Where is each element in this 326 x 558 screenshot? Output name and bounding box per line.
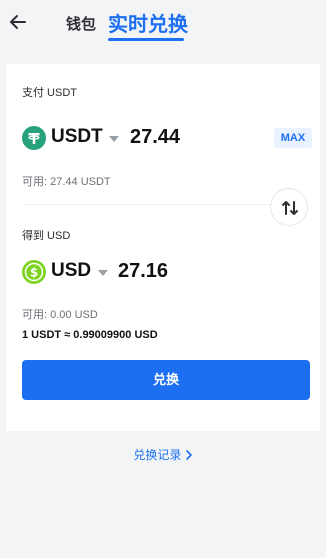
swap-direction-button[interactable] [270, 188, 308, 226]
tab-wallet[interactable]: 钱包 [66, 13, 96, 34]
dollar-coin-icon: $ [22, 260, 46, 284]
tether-icon [22, 126, 46, 150]
chevron-right-icon [185, 449, 192, 460]
swap-history-label: 兑换记录 [133, 448, 182, 462]
swap-submit-button[interactable]: 兑换 [22, 360, 310, 400]
pay-available: 可用: 27.44 USDT [22, 176, 111, 188]
exchange-rate: 1 USDT ≈ 0.99009900 USD [22, 329, 158, 341]
chevron-down-icon[interactable] [109, 136, 119, 142]
back-arrow-icon[interactable] [8, 12, 28, 32]
pay-coin-selector[interactable]: USDT [51, 126, 103, 148]
chevron-down-icon[interactable] [98, 270, 108, 276]
max-button[interactable]: MAX [274, 128, 312, 148]
swap-history-link[interactable]: 兑换记录 [0, 446, 326, 463]
receive-available: 可用: 0.00 USD [22, 309, 98, 321]
receive-amount: 27.16 [118, 260, 169, 282]
section-divider [24, 204, 272, 205]
swap-card: 支付 USDT USDT 27.44 MAX 可用: 27.44 USDT 得到… [6, 64, 320, 431]
tab-realtime-swap[interactable]: 实时兑换 [108, 8, 188, 37]
pay-amount-input[interactable]: 27.44 [130, 126, 180, 149]
pay-label: 支付 USDT [22, 87, 77, 99]
receive-label: 得到 USD [22, 230, 71, 242]
top-bar: 钱包 实时兑换 [0, 0, 326, 58]
svg-text:$: $ [30, 266, 38, 280]
receive-coin-selector[interactable]: USD [51, 260, 91, 282]
active-tab-indicator [108, 38, 184, 41]
swap-arrows-icon [282, 201, 298, 215]
